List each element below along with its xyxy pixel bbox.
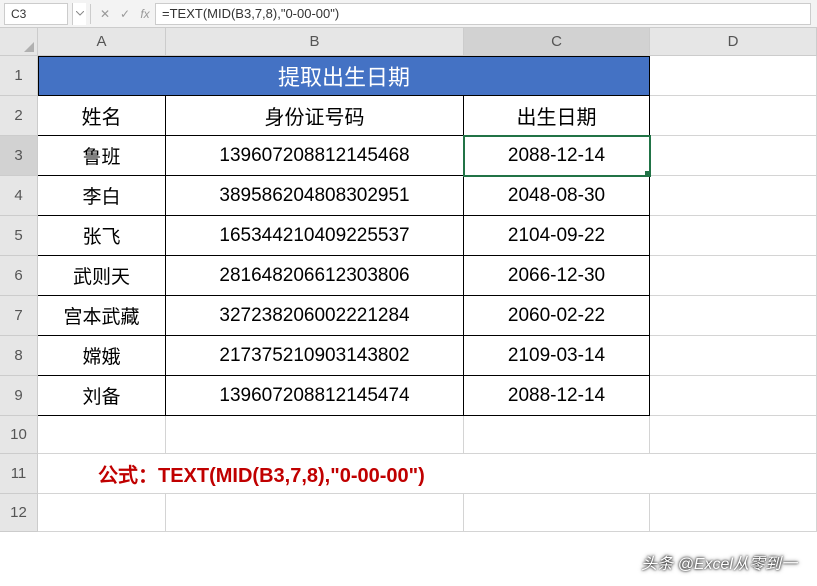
cell[interactable] [650, 296, 817, 336]
cell[interactable] [650, 416, 817, 454]
cell-dob[interactable]: 2060-02-22 [464, 296, 650, 336]
cell[interactable] [650, 494, 817, 532]
cell-dob[interactable]: 2088-12-14 [464, 376, 650, 416]
cell-id[interactable]: 165344210409225537 [166, 216, 464, 256]
confirm-button[interactable]: ✓ [115, 4, 135, 24]
formula-bar: C3 ✕ ✓ fx =TEXT(MID(B3,7,8),"0-00-00") [0, 0, 817, 28]
cell-name[interactable]: 嫦娥 [38, 336, 166, 376]
formula-input[interactable]: =TEXT(MID(B3,7,8),"0-00-00") [155, 3, 811, 25]
row-header[interactable]: 2 [0, 96, 38, 136]
row-header[interactable]: 8 [0, 336, 38, 376]
worksheet: A B C D 1 提取出生日期 2 姓名 身份证号码 出生日期 3 鲁班 13… [0, 28, 817, 532]
cell-dob[interactable]: 2104-09-22 [464, 216, 650, 256]
cell[interactable] [650, 56, 817, 96]
cell[interactable] [166, 416, 464, 454]
col-header-a[interactable]: A [38, 28, 166, 56]
cell-id[interactable]: 327238206002221284 [166, 296, 464, 336]
cell-id[interactable]: 217375210903143802 [166, 336, 464, 376]
fx-button[interactable]: fx [135, 4, 155, 24]
cell-id[interactable]: 139607208812145468 [166, 136, 464, 176]
cancel-button[interactable]: ✕ [95, 4, 115, 24]
chevron-down-icon [76, 11, 84, 16]
rows-container: 1 提取出生日期 2 姓名 身份证号码 出生日期 3 鲁班 1396072088… [0, 56, 817, 532]
row-header[interactable]: 7 [0, 296, 38, 336]
cell[interactable] [464, 416, 650, 454]
cell[interactable] [38, 494, 166, 532]
cell-id[interactable]: 389586204808302951 [166, 176, 464, 216]
cell-name[interactable]: 宫本武藏 [38, 296, 166, 336]
row-header[interactable]: 11 [0, 454, 38, 494]
row-header[interactable]: 3 [0, 136, 38, 176]
cell-dob[interactable]: 2066-12-30 [464, 256, 650, 296]
row-header[interactable]: 9 [0, 376, 38, 416]
row-header[interactable]: 5 [0, 216, 38, 256]
row-header[interactable]: 1 [0, 56, 38, 96]
row-header[interactable]: 6 [0, 256, 38, 296]
cell-dob[interactable]: 2109-03-14 [464, 336, 650, 376]
cell[interactable] [650, 216, 817, 256]
name-box-dropdown[interactable] [72, 3, 86, 25]
cell[interactable] [38, 416, 166, 454]
header-dob[interactable]: 出生日期 [464, 96, 650, 136]
watermark: 头条 @Excel从零到一 [641, 550, 797, 574]
cell[interactable] [650, 454, 817, 494]
cell-name[interactable]: 张飞 [38, 216, 166, 256]
select-all-corner[interactable] [0, 28, 38, 56]
formula-note-cell[interactable]: 公式：TEXT(MID(B3,7,8),"0-00-00") [38, 454, 650, 494]
cell-name[interactable]: 李白 [38, 176, 166, 216]
cell[interactable] [650, 176, 817, 216]
cell-dob-active[interactable]: 2088-12-14 [464, 136, 650, 176]
cell-dob[interactable]: 2048-08-30 [464, 176, 650, 216]
cell-name[interactable]: 武则天 [38, 256, 166, 296]
col-header-c[interactable]: C [464, 28, 650, 56]
column-headers: A B C D [38, 28, 817, 56]
cell[interactable] [650, 136, 817, 176]
cell[interactable] [166, 494, 464, 532]
header-name[interactable]: 姓名 [38, 96, 166, 136]
separator [90, 4, 91, 24]
cell-name[interactable]: 鲁班 [38, 136, 166, 176]
cell[interactable] [650, 376, 817, 416]
header-id[interactable]: 身份证号码 [166, 96, 464, 136]
title-cell[interactable]: 提取出生日期 [38, 56, 650, 96]
row-header[interactable]: 12 [0, 494, 38, 532]
cell-name[interactable]: 刘备 [38, 376, 166, 416]
cell[interactable] [464, 494, 650, 532]
col-header-b[interactable]: B [166, 28, 464, 56]
name-box[interactable]: C3 [4, 3, 68, 25]
cell[interactable] [650, 96, 817, 136]
cell-id[interactable]: 139607208812145474 [166, 376, 464, 416]
cell[interactable] [650, 256, 817, 296]
row-header[interactable]: 10 [0, 416, 38, 454]
col-header-d[interactable]: D [650, 28, 817, 56]
cell[interactable] [650, 336, 817, 376]
row-header[interactable]: 4 [0, 176, 38, 216]
cell-id[interactable]: 281648206612303806 [166, 256, 464, 296]
